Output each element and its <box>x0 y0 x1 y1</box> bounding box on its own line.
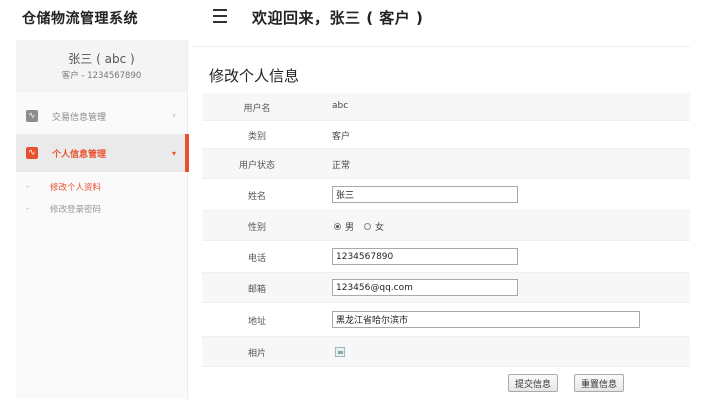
name-field[interactable] <box>332 186 518 203</box>
main-panel: 修改个人信息 用户名 abc 类别 客户 用户状态 正常 姓名 性别 男 女 <box>192 46 690 399</box>
bullet-dash: - <box>26 182 30 192</box>
user-role-phone: 客户 - 1234567890 <box>61 71 142 81</box>
sidebar-subitem-change-password[interactable]: - 修改登录密码 <box>16 200 101 218</box>
field-label: 相片 <box>247 349 266 359</box>
form-row-status: 用户状态 正常 <box>202 149 690 179</box>
form-row-username: 用户名 abc <box>202 93 690 121</box>
gender-male-radio[interactable] <box>334 223 341 230</box>
phone-field[interactable] <box>332 248 518 265</box>
category-value: 客户 <box>332 132 351 142</box>
status-value: 正常 <box>332 161 351 171</box>
sidebar-item-label: 个人信息管理 <box>52 149 107 160</box>
gender-female-radio[interactable] <box>364 223 372 230</box>
app-title: 仓储物流管理系统 <box>22 11 138 27</box>
chart-icon: ∿ <box>26 110 38 122</box>
menu-toggle-icon[interactable] <box>213 9 227 25</box>
bullet-dash: - <box>26 204 30 214</box>
active-indicator <box>185 134 189 172</box>
gender-option-label: 男 <box>345 223 355 233</box>
broken-image-icon <box>335 347 345 357</box>
sidebar: 张三 ( abc ) 客户 - 1234567890 ∿ 交易信息管理 › ∿ … <box>16 40 189 399</box>
field-label: 类别 <box>247 132 266 142</box>
submit-button[interactable]: 提交信息 <box>508 374 558 392</box>
field-label: 地址 <box>247 317 266 327</box>
sidebar-subitem-edit-profile[interactable]: - 修改个人资料 <box>16 178 101 196</box>
chevron-down-icon: ▾ <box>171 148 176 158</box>
sidebar-item-trade-management[interactable]: ∿ 交易信息管理 › <box>16 98 188 134</box>
field-label: 电话 <box>247 254 266 264</box>
sidebar-subitem-label: 修改个人资料 <box>50 183 102 193</box>
form-row-gender: 性别 男 女 <box>202 211 690 241</box>
form-row-name: 姓名 <box>202 179 690 211</box>
user-name: 张三 ( abc ) <box>68 52 135 66</box>
field-label: 性别 <box>247 223 266 233</box>
sidebar-item-label: 交易信息管理 <box>52 112 107 123</box>
field-label: 用户名 <box>243 104 271 114</box>
field-label: 姓名 <box>247 192 266 202</box>
username-value: abc <box>332 101 349 111</box>
sidebar-subitem-label: 修改登录密码 <box>50 205 102 215</box>
welcome-message: 欢迎回来，张三 ( 客户 ) <box>252 9 424 27</box>
user-profile-block: 张三 ( abc ) 客户 - 1234567890 <box>16 40 187 92</box>
sidebar-item-personal-info[interactable]: ∿ 个人信息管理 ▾ <box>16 134 189 172</box>
form-row-category: 类别 客户 <box>202 121 690 149</box>
form-row-email: 邮箱 <box>202 273 690 303</box>
reset-button[interactable]: 重置信息 <box>574 374 624 392</box>
page-title: 修改个人信息 <box>209 67 300 85</box>
email-field[interactable] <box>332 279 518 296</box>
chevron-right-icon: › <box>172 111 176 121</box>
form-row-photo: 相片 <box>202 337 690 367</box>
form-row-phone: 电话 <box>202 241 690 273</box>
gender-radio-group: 男 女 <box>334 220 394 233</box>
profile-form: 用户名 abc 类别 客户 用户状态 正常 姓名 性别 男 女 电话 <box>202 93 690 399</box>
address-field[interactable] <box>332 311 640 328</box>
field-label: 用户状态 <box>238 161 275 171</box>
form-row-actions: 提交信息 重置信息 <box>202 367 690 399</box>
gender-option-label: 女 <box>375 223 385 233</box>
form-row-address: 地址 <box>202 303 690 337</box>
chart-icon: ∿ <box>26 147 38 159</box>
field-label: 邮箱 <box>247 285 266 295</box>
